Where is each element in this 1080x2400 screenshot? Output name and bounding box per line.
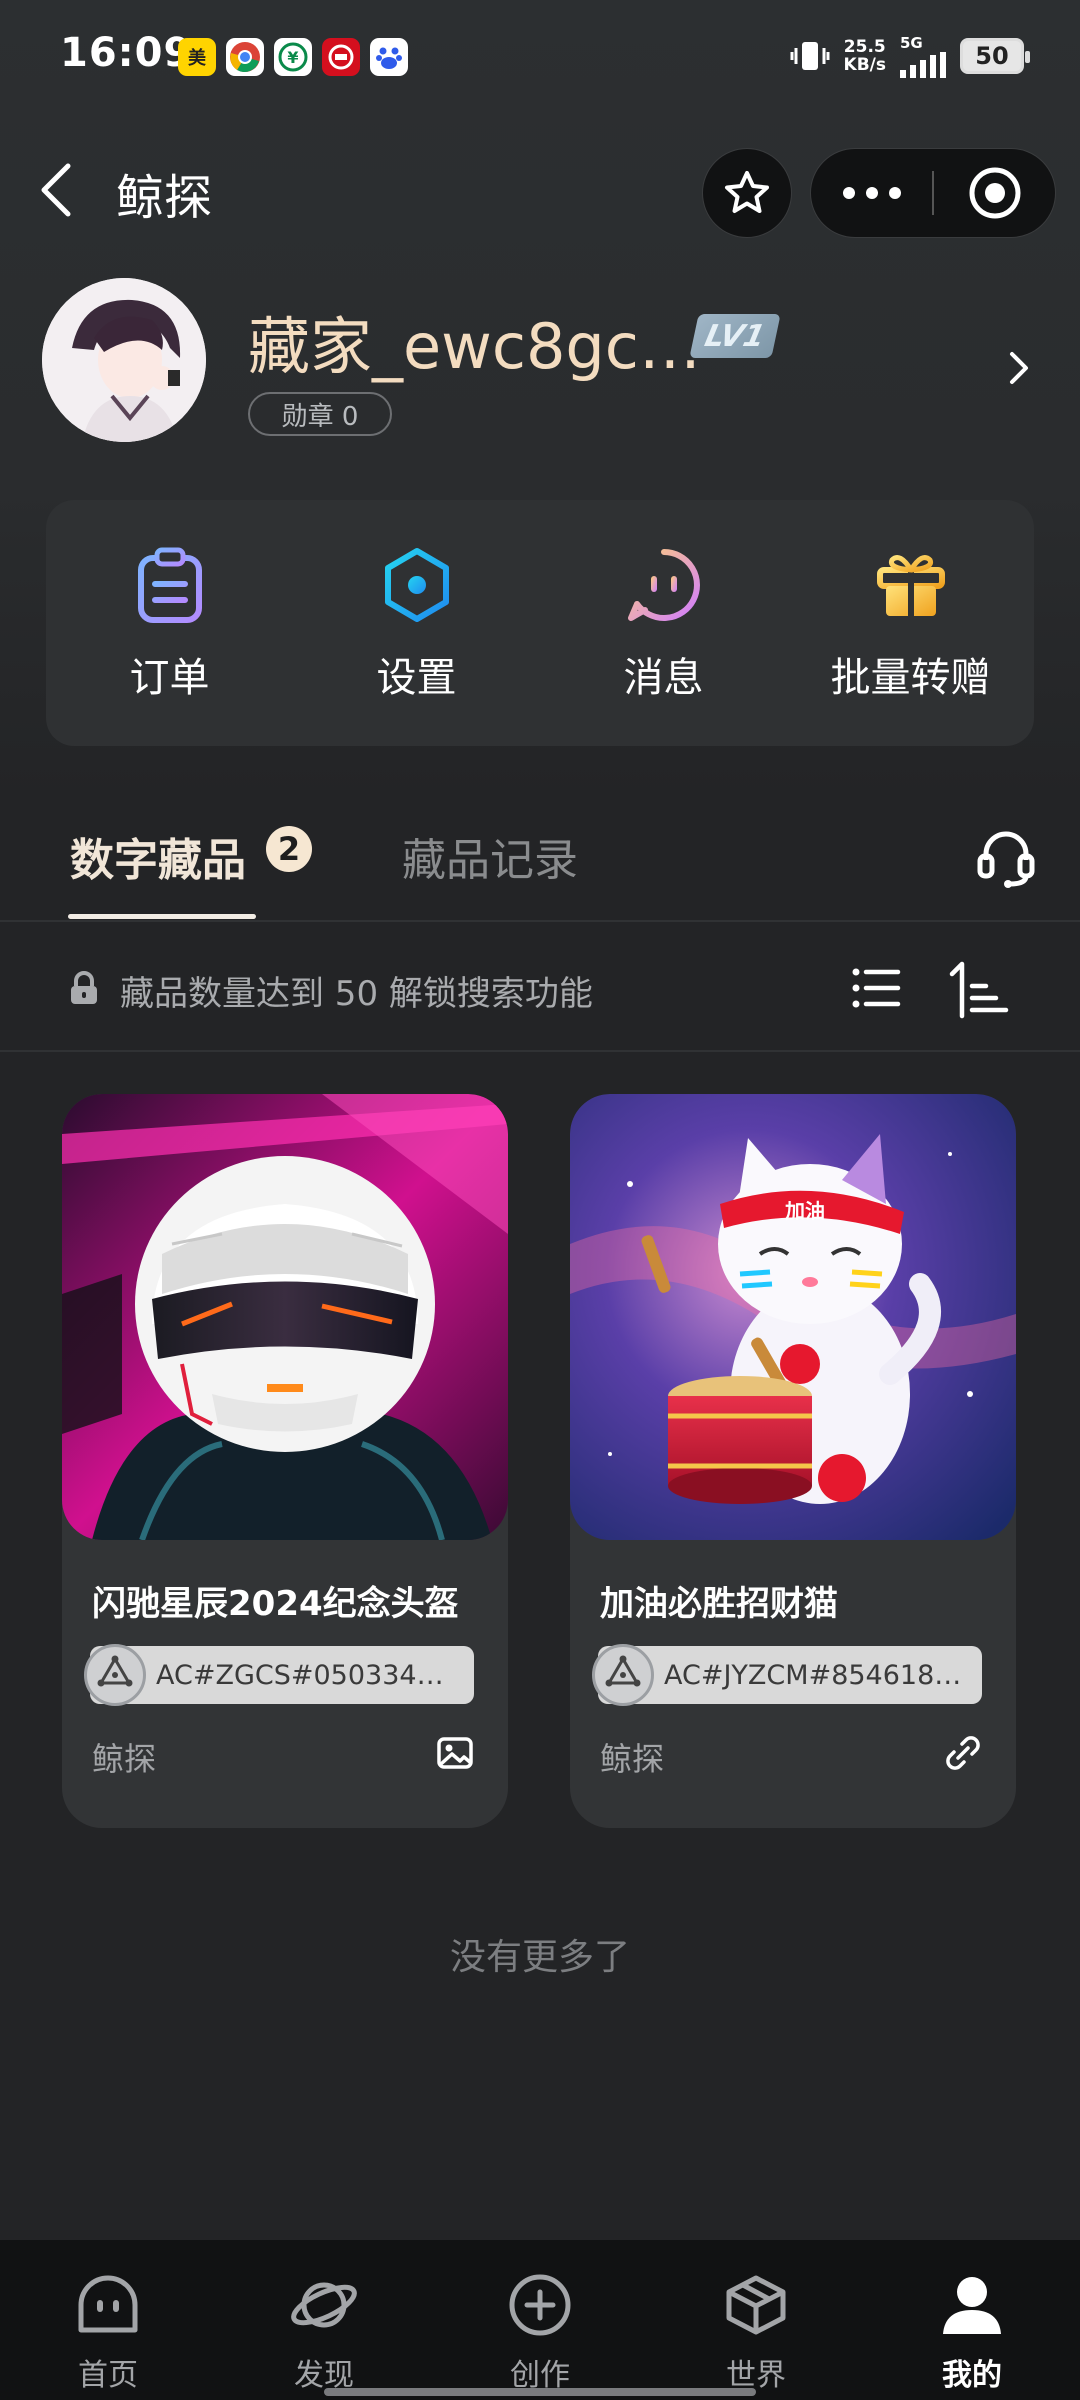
3d-link-icon — [946, 1736, 980, 1770]
nav-world[interactable]: 世界 — [648, 2240, 864, 2400]
avatar[interactable] — [42, 278, 206, 442]
signal-group: 5G — [900, 34, 946, 78]
baidu-app-icon — [370, 38, 408, 76]
back-button[interactable] — [36, 160, 76, 220]
star-icon — [725, 171, 769, 213]
tab-collection-records[interactable]: 藏品记录 — [402, 824, 578, 888]
batch-transfer-label: 批量转赠 — [830, 655, 991, 701]
search-unlock-hint: 藏品数量达到 50 解锁搜索功能 — [120, 974, 593, 1014]
level-badge: LV1 — [689, 314, 781, 358]
nav-home-label: 首页 — [78, 2358, 138, 2393]
settings-label: 设置 — [376, 655, 457, 701]
status-app-icons: 美 ¥ — [178, 38, 408, 76]
gift-icon — [869, 543, 953, 627]
svg-text:加油: 加油 — [784, 1199, 825, 1223]
collection-code: AC#ZGCS#0503349780 — [84, 1644, 474, 1706]
collection-brand: 鲸探 — [600, 1740, 665, 1778]
cube-icon — [721, 2270, 791, 2340]
battery-indicator: 50 — [960, 38, 1030, 74]
network-type: 5G — [900, 34, 923, 52]
nav-home[interactable]: 首页 — [0, 2240, 216, 2400]
collection-code-text: AC#JYZCM#85461872… — [664, 1659, 964, 1691]
meituan-app-icon: 美 — [178, 38, 216, 76]
planet-icon — [289, 2270, 359, 2340]
close-miniprogram-button[interactable] — [934, 149, 1055, 237]
sort-icon — [949, 961, 1009, 1019]
user-icon — [937, 2270, 1007, 2340]
home-indicator — [324, 2388, 756, 2396]
more-button[interactable] — [811, 149, 932, 237]
plus-circle-icon — [505, 2270, 575, 2340]
clipboard-icon — [128, 543, 212, 627]
more-dots-icon — [842, 187, 901, 199]
username[interactable]: 藏家_ewc8gc… — [248, 296, 701, 386]
list-view-button[interactable] — [850, 962, 902, 1014]
nav-mine-label: 我的 — [942, 2358, 1002, 2393]
target-close-icon — [969, 167, 1020, 219]
collection-brand: 鲸探 — [92, 1740, 157, 1778]
favorite-button[interactable] — [702, 148, 792, 238]
collection-card[interactable]: 加油 加油必胜招财猫 AC#JYZCM#85461872… 鲸探 — [570, 1094, 1016, 1828]
profile-detail-button[interactable] — [1004, 346, 1032, 390]
status-time: 16:09 — [60, 30, 193, 76]
avatar-image — [42, 278, 206, 442]
nav-discover[interactable]: 发现 — [216, 2240, 432, 2400]
settings-button[interactable]: 设置 — [317, 543, 517, 703]
status-bar: 16:09 美 ¥ 25.5 KB/s 5G 50 — [0, 0, 1080, 120]
hexagon-settings-icon — [375, 543, 459, 627]
net-speed: 25.5 KB/s — [843, 37, 886, 75]
collection-tabs: 数字藏品 2 藏品记录 — [0, 780, 1080, 922]
miniprogram-capsule — [810, 148, 1056, 238]
quick-actions-panel: 订单 设置 消息 批量转赠 — [46, 500, 1034, 746]
tab-count-badge: 2 — [266, 826, 312, 872]
image-icon — [437, 1737, 473, 1769]
chevron-left-icon — [41, 163, 71, 217]
page-title: 鲸探 — [116, 170, 213, 226]
icbc-app-icon — [322, 38, 360, 76]
orders-label: 订单 — [129, 655, 210, 701]
status-right: 25.5 KB/s 5G 50 — [790, 34, 1030, 78]
tab-active-indicator — [68, 914, 256, 919]
headset-icon — [977, 831, 1035, 888]
chevron-right-icon — [1010, 352, 1028, 384]
chrome-app-icon — [226, 38, 264, 76]
batch-transfer-button[interactable]: 批量转赠 — [811, 543, 1011, 703]
collection-card[interactable]: 闪驰星辰2024纪念头盔 AC#ZGCS#0503349780 鲸探 — [62, 1094, 508, 1828]
no-more-text: 没有更多了 — [449, 1937, 630, 1978]
messages-button[interactable]: 消息 — [564, 543, 764, 703]
collection-image-helmet — [62, 1094, 508, 1540]
bank-app-icon: ¥ — [274, 38, 312, 76]
collection-code-text: AC#ZGCS#0503349780 — [156, 1659, 456, 1691]
message-face-icon — [622, 543, 706, 627]
sort-button[interactable] — [948, 958, 1010, 1020]
collection-image-lucky-cat: 加油 — [570, 1094, 1016, 1540]
collection-title: 加油必胜招财猫 — [600, 1584, 838, 1624]
home-face-icon — [73, 2270, 143, 2340]
chain-logo-icon — [84, 1644, 146, 1706]
bottom-navigation: 首页 发现 创作 世界 我的 — [0, 2240, 1080, 2400]
messages-label: 消息 — [623, 655, 704, 701]
filter-row: 藏品数量达到 50 解锁搜索功能 — [0, 924, 1080, 1052]
vibrate-icon — [790, 42, 830, 70]
list-icon — [852, 968, 901, 1008]
orders-button[interactable]: 订单 — [70, 543, 270, 703]
nav-create[interactable]: 创作 — [432, 2240, 648, 2400]
svg-text:¥: ¥ — [287, 48, 298, 67]
collection-code: AC#JYZCM#85461872… — [592, 1644, 982, 1706]
nav-mine[interactable]: 我的 — [864, 2240, 1080, 2400]
collection-title: 闪驰星辰2024纪念头盔 — [92, 1584, 459, 1624]
customer-service-button[interactable] — [974, 826, 1038, 890]
tab-digital-collections[interactable]: 数字藏品 — [70, 824, 246, 888]
medal-badge[interactable]: 勋章 0 — [248, 392, 392, 436]
lock-icon — [71, 971, 97, 1004]
chain-logo-icon — [592, 1644, 654, 1706]
signal-icon — [900, 52, 946, 78]
